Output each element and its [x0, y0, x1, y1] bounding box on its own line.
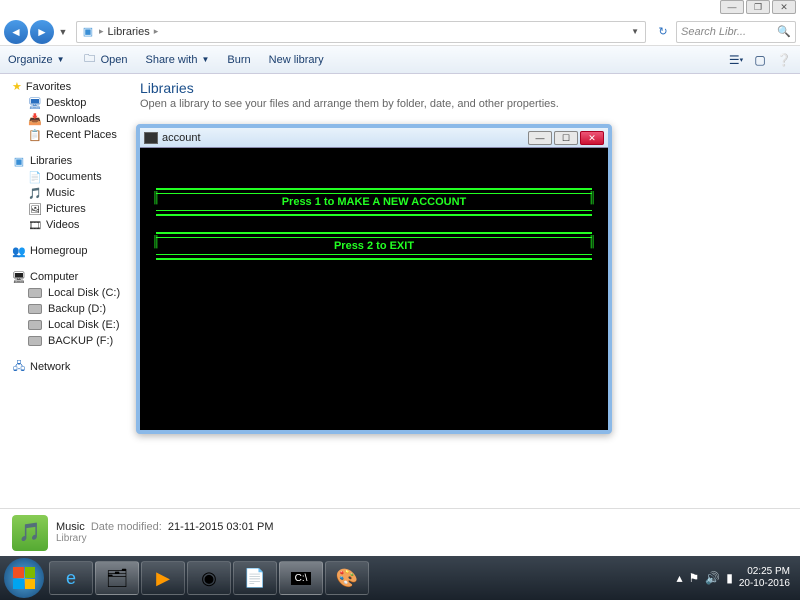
taskbar: e 🗂 ▶ ◉ 📄 C:\ 🎨 ▴ ⚑ 🔊 ▮ 02:25 PM 20-10-2…: [0, 556, 800, 600]
notepad-icon: 📄: [244, 568, 266, 589]
sidebar-item-drive-e[interactable]: Local Disk (E:): [0, 317, 130, 333]
sidebar-item-pictures[interactable]: 🖼Pictures: [0, 201, 130, 217]
console-titlebar[interactable]: account — ☐ ✕: [140, 128, 608, 148]
share-menu[interactable]: Share with▼: [145, 54, 209, 66]
recent-icon: 📋: [28, 129, 42, 141]
system-tray[interactable]: ▴ ⚑ 🔊 ▮ 02:25 PM 20-10-2016: [676, 566, 796, 590]
drive-icon: [28, 304, 42, 314]
taskbar-paint[interactable]: 🎨: [325, 561, 369, 595]
open-button[interactable]: 🗀Open: [83, 54, 128, 66]
console-window[interactable]: account — ☐ ✕ Press 1 to MAKE A NEW ACCO…: [136, 124, 612, 434]
pictures-icon: 🖼: [28, 203, 42, 215]
volume-icon[interactable]: 🔊: [705, 571, 720, 585]
sidebar-item-videos[interactable]: 🎞Videos: [0, 217, 130, 233]
start-button[interactable]: [4, 558, 44, 598]
libraries-group[interactable]: ▣Libraries: [0, 153, 130, 169]
history-dropdown[interactable]: ▼: [56, 20, 70, 44]
drive-icon: [28, 288, 42, 298]
breadcrumb-item[interactable]: Libraries: [108, 26, 150, 38]
preview-pane-button[interactable]: ▢: [752, 52, 768, 68]
ie-icon: e: [66, 568, 76, 589]
computer-group[interactable]: 🖥Computer: [0, 269, 130, 285]
sidebar-item-documents[interactable]: 📄Documents: [0, 169, 130, 185]
network-icon: 🖧: [12, 361, 26, 373]
taskbar-explorer[interactable]: 🗂: [95, 561, 139, 595]
sidebar-item-recent[interactable]: 📋Recent Places: [0, 127, 130, 143]
computer-icon: 🖥: [12, 271, 26, 283]
network-item[interactable]: 🖧Network: [0, 359, 130, 375]
address-bar: ◄ ► ▼ ▣ ▸ Libraries ▸ ▼ ↻ Search Libr...…: [0, 18, 800, 46]
clock-time: 02:25 PM: [739, 566, 790, 578]
details-modified: 21-11-2015 03:01 PM: [168, 521, 274, 533]
music-icon: 🎵: [28, 187, 42, 199]
network-tray-icon[interactable]: ▮: [726, 571, 733, 585]
folder-icon: 🗀: [83, 54, 97, 66]
search-placeholder: Search Libr...: [681, 26, 746, 38]
view-options-button[interactable]: ☰▾: [728, 52, 744, 68]
sidebar-item-drive-d[interactable]: Backup (D:): [0, 301, 130, 317]
help-button[interactable]: ❔: [776, 52, 792, 68]
drive-icon: [28, 320, 42, 330]
close-button[interactable]: ✕: [772, 0, 796, 14]
details-type: Library: [56, 533, 274, 544]
taskbar-media[interactable]: ▶: [141, 561, 185, 595]
taskbar-ie[interactable]: e: [49, 561, 93, 595]
favorites-group[interactable]: ★Favorites: [0, 78, 130, 95]
homegroup-icon: 👥: [12, 245, 26, 257]
tray-chevron-icon[interactable]: ▴: [676, 571, 682, 585]
clock[interactable]: 02:25 PM 20-10-2016: [739, 566, 790, 590]
console-option-2: Press 2 to EXIT: [156, 237, 592, 255]
console-minimize-button[interactable]: —: [528, 131, 552, 145]
desktop-icon: 🖥: [28, 97, 42, 109]
clock-date: 20-10-2016: [739, 578, 790, 590]
star-icon: ★: [12, 80, 22, 93]
downloads-icon: 📥: [28, 113, 42, 125]
new-library-button[interactable]: New library: [269, 54, 324, 66]
cmd-icon: C:\: [291, 572, 312, 585]
videos-icon: 🎞: [28, 219, 42, 231]
details-name: Music: [56, 521, 85, 533]
breadcrumb[interactable]: ▣ ▸ Libraries ▸ ▼: [76, 21, 646, 43]
console-maximize-button[interactable]: ☐: [554, 131, 578, 145]
console-close-button[interactable]: ✕: [580, 131, 604, 145]
navigation-pane: ★Favorites 🖥Desktop 📥Downloads 📋Recent P…: [0, 74, 130, 508]
taskbar-chrome[interactable]: ◉: [187, 561, 231, 595]
back-button[interactable]: ◄: [4, 20, 28, 44]
media-icon: ▶: [156, 568, 170, 589]
library-icon: ▣: [12, 155, 26, 167]
paint-icon: 🎨: [336, 568, 358, 589]
sidebar-item-desktop[interactable]: 🖥Desktop: [0, 95, 130, 111]
console-body[interactable]: Press 1 to MAKE A NEW ACCOUNT Press 2 to…: [140, 148, 608, 430]
folder-icon: 🗂: [106, 568, 129, 589]
taskbar-cmd[interactable]: C:\: [279, 561, 323, 595]
sidebar-item-drive-f[interactable]: BACKUP (F:): [0, 333, 130, 349]
music-library-icon: 🎵: [12, 515, 48, 551]
documents-icon: 📄: [28, 171, 42, 183]
console-title-text: account: [162, 132, 201, 144]
taskbar-notepad[interactable]: 📄: [233, 561, 277, 595]
refresh-button[interactable]: ↻: [652, 25, 674, 38]
page-subtitle: Open a library to see your files and arr…: [140, 98, 790, 110]
search-icon: 🔍: [777, 25, 791, 38]
details-pane: 🎵 Music Date modified: 21-11-2015 03:01 …: [0, 508, 800, 556]
forward-button[interactable]: ►: [30, 20, 54, 44]
drive-icon: [28, 336, 42, 346]
minimize-button[interactable]: —: [720, 0, 744, 14]
page-title: Libraries: [140, 80, 790, 96]
library-icon: ▣: [81, 26, 95, 38]
details-modified-label: Date modified:: [91, 521, 162, 533]
toolbar: Organize▼ 🗀Open Share with▼ Burn New lib…: [0, 46, 800, 74]
burn-button[interactable]: Burn: [227, 54, 250, 66]
console-option-1: Press 1 to MAKE A NEW ACCOUNT: [156, 193, 592, 211]
organize-menu[interactable]: Organize▼: [8, 54, 65, 66]
cmd-icon: [144, 132, 158, 144]
sidebar-item-downloads[interactable]: 📥Downloads: [0, 111, 130, 127]
sidebar-item-music[interactable]: 🎵Music: [0, 185, 130, 201]
homegroup-item[interactable]: 👥Homegroup: [0, 243, 130, 259]
chrome-icon: ◉: [201, 568, 217, 589]
sidebar-item-drive-c[interactable]: Local Disk (C:): [0, 285, 130, 301]
maximize-button[interactable]: ❐: [746, 0, 770, 14]
flag-icon[interactable]: ⚑: [689, 571, 700, 585]
search-input[interactable]: Search Libr... 🔍: [676, 21, 796, 43]
